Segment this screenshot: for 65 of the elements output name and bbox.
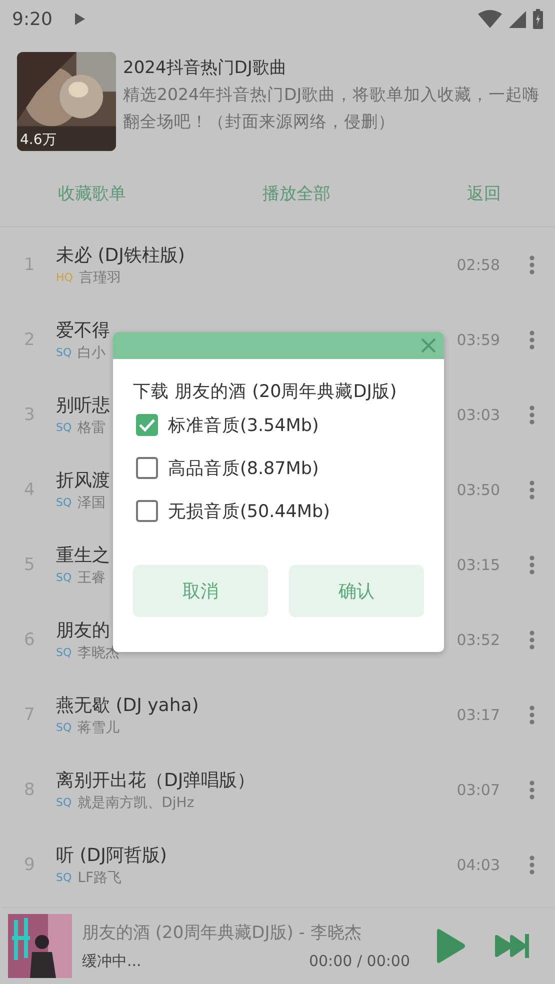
close-icon[interactable] (421, 338, 436, 353)
duration: 04:03 (456, 856, 500, 874)
more-icon[interactable] (529, 404, 535, 424)
duration: 03:03 (456, 406, 500, 424)
checkbox[interactable] (136, 414, 158, 436)
next-icon[interactable] (494, 933, 530, 959)
play-icon[interactable] (434, 928, 466, 964)
option-label: 无损音质(50.44Mb) (168, 500, 330, 522)
playlist-description: 精选2024年抖音热门DJ歌曲，将歌单加入收藏，一起嗨翻全场吧！（封面来源网络，侵删） (123, 84, 541, 133)
song-title[interactable]: 别听悲 (56, 392, 110, 416)
quality-tag: SQ (56, 721, 72, 734)
option-label: 高品音质(8.87Mb) (168, 458, 319, 480)
option-label: 标准音质(3.54Mb) (168, 414, 319, 436)
quality-tag: SQ (56, 346, 72, 359)
more-icon[interactable] (529, 480, 535, 500)
song-title[interactable]: 未必 (DJ铁柱版) (56, 242, 185, 266)
play-icon (74, 12, 86, 26)
quality-tag: HQ (56, 271, 73, 284)
artist-name: 蒋雪儿 (78, 718, 120, 736)
duration: 03:52 (456, 630, 500, 648)
buffering-status: 缓冲中... (82, 952, 142, 971)
artist-name: 白小 (78, 344, 106, 362)
song-title[interactable]: 重生之 (56, 542, 110, 566)
song-title[interactable]: 燕无歇 (DJ yaha) (56, 692, 199, 716)
duration: 03:59 (456, 330, 500, 348)
more-icon[interactable] (529, 854, 535, 874)
song-title[interactable]: 听 (DJ阿哲版) (56, 842, 167, 866)
artist-name: 王睿 (78, 568, 106, 586)
duration: 03:15 (456, 556, 500, 574)
duration: 03:17 (456, 706, 500, 724)
more-icon[interactable] (529, 780, 535, 800)
quality-tag: SQ (56, 571, 72, 584)
duration: 03:50 (456, 480, 500, 498)
song-title[interactable]: 朋友的 (56, 618, 110, 642)
battery-icon (533, 9, 543, 29)
quality-tag: SQ (56, 646, 72, 659)
playlist-title: 2024抖音热门DJ歌曲 (123, 57, 288, 79)
artist-name: 就是南方凯、DjHz (78, 794, 194, 812)
quality-tag: SQ (56, 871, 72, 884)
artist-name: 言瑾羽 (78, 268, 121, 286)
status-time: 9:20 (12, 8, 52, 30)
more-icon[interactable] (529, 630, 535, 650)
wifi-icon (478, 10, 502, 28)
quality-tag: SQ (56, 496, 72, 509)
checkbox[interactable] (136, 456, 158, 478)
song-title[interactable]: 离别开出花（DJ弹唱版） (56, 768, 256, 792)
more-icon[interactable] (529, 554, 535, 574)
artist-name: LF路飞 (78, 868, 122, 886)
song-title[interactable]: 爱不得 (56, 318, 110, 342)
quality-tag: SQ (56, 421, 72, 434)
duration: 03:07 (456, 780, 500, 798)
more-icon[interactable] (529, 704, 535, 724)
artist-name: 泽国 (78, 494, 106, 512)
play-count: 4.6万 (20, 131, 56, 149)
playback-time: 00:00 / 00:00 (308, 952, 410, 971)
now-playing-title: 朋友的酒 (20周年典藏DJ版) - 李晓杰 (82, 922, 362, 944)
duration: 02:58 (456, 256, 500, 274)
dialog-title: 下载 朋友的酒 (20周年典藏DJ版) (133, 381, 398, 403)
quality-tag: SQ (56, 796, 72, 809)
more-icon[interactable] (529, 330, 535, 350)
more-icon[interactable] (529, 254, 535, 274)
signal-icon (509, 10, 526, 28)
checkbox[interactable] (136, 500, 158, 522)
artist-name: 格雷 (78, 418, 106, 436)
song-title[interactable]: 折风渡 (56, 468, 110, 492)
